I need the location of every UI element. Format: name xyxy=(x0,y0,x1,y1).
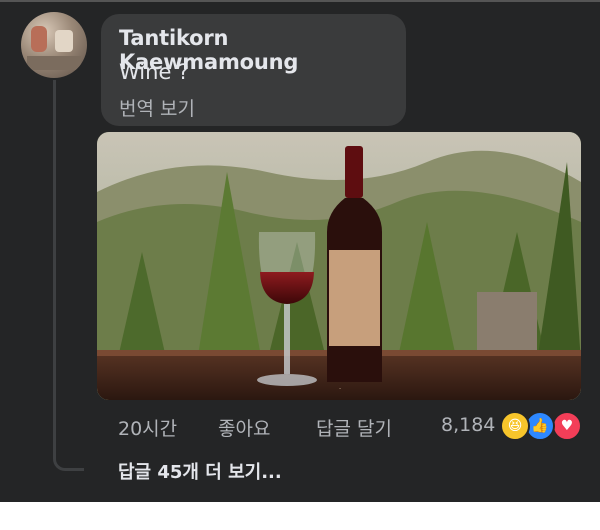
photo-watermark: - xyxy=(339,385,341,392)
comment-thread: Tantikorn Kaewmamoung Wine ? 번역 보기 - 20시… xyxy=(0,0,600,502)
avatar-ground xyxy=(27,56,81,70)
haha-icon[interactable]: 😆 xyxy=(500,411,530,441)
comment-photo[interactable]: - xyxy=(97,132,581,400)
comment-text: Wine ? xyxy=(119,60,190,84)
avatar-figure xyxy=(31,26,47,52)
thread-line xyxy=(53,80,84,471)
like-button[interactable]: 좋아요 xyxy=(218,414,270,441)
translate-link[interactable]: 번역 보기 xyxy=(119,94,195,121)
reaction-count[interactable]: 8,184 xyxy=(441,414,495,436)
view-more-replies-link[interactable]: 답글 45개 더 보기... xyxy=(118,458,282,484)
love-icon[interactable]: ♥ xyxy=(552,411,582,441)
comment-bubble: Tantikorn Kaewmamoung Wine ? 번역 보기 xyxy=(101,14,406,126)
timestamp[interactable]: 20시간 xyxy=(118,414,177,441)
reply-button[interactable]: 답글 달기 xyxy=(316,414,392,441)
wine-photo-illustration: - xyxy=(97,132,581,400)
avatar-figure xyxy=(55,30,73,52)
avatar[interactable] xyxy=(21,12,87,78)
